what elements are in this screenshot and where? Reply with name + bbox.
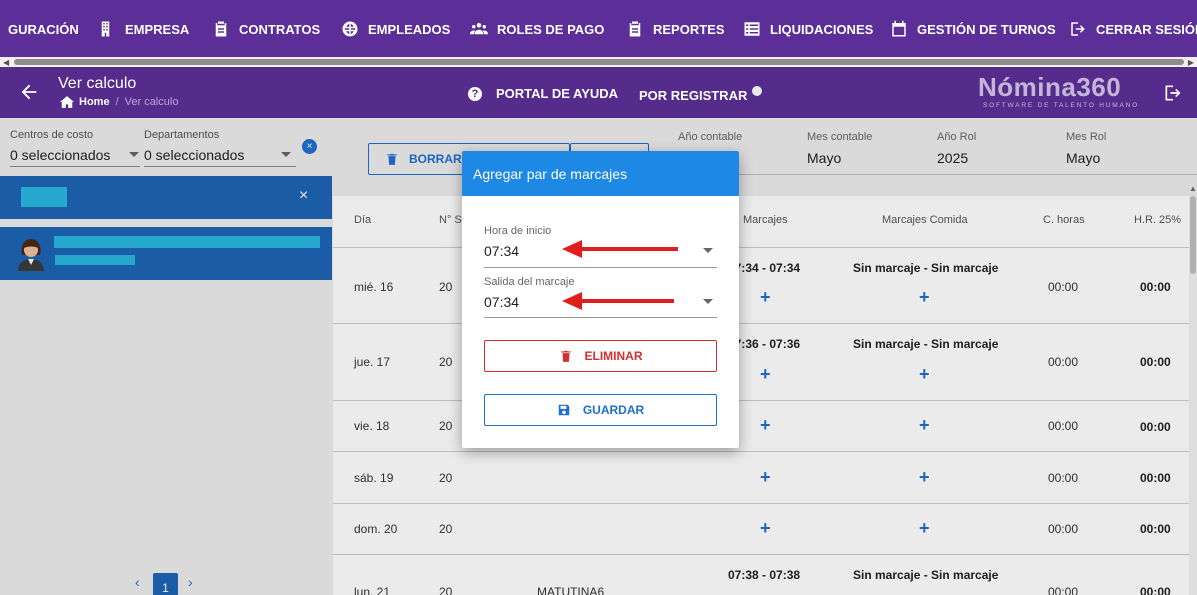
register-link[interactable]: POR REGISTRAR (639, 86, 763, 103)
back-arrow-icon[interactable] (18, 81, 40, 103)
save-button[interactable]: GUARDAR (484, 394, 717, 426)
globe-icon (342, 21, 358, 37)
brand-tagline: SOFTWARE DE TALENTO HUMANO (983, 102, 1139, 109)
brand-logo: Nómina360 (978, 72, 1122, 102)
logout-icon[interactable] (1163, 83, 1183, 103)
breadcrumb-separator: / (115, 96, 119, 108)
help-icon: ? (468, 86, 482, 101)
trash-icon (560, 350, 571, 362)
calendar-icon (892, 20, 906, 37)
nav-label: CERRAR SESIÓN (1096, 21, 1197, 37)
page-title: Ver calculo (58, 75, 137, 92)
scroll-left-icon[interactable]: ◀ (3, 58, 9, 67)
nav-item-empleados[interactable]: EMPLEADOS (341, 18, 450, 40)
floppy-disk-icon (558, 404, 570, 416)
delete-button[interactable]: ELIMINAR (484, 340, 717, 372)
dialog-title: Agregar par de marcajes (462, 151, 739, 196)
clipboard-icon (629, 21, 641, 37)
status-dot-icon (752, 86, 763, 96)
home-icon[interactable] (60, 96, 74, 108)
nav-label: EMPRESA (125, 21, 190, 37)
list-icon (744, 22, 760, 36)
group-icon (470, 23, 488, 35)
end-time-underline (484, 317, 717, 318)
help-label: PORTAL DE AYUDA (496, 86, 619, 101)
add-marcaje-dialog: Agregar par de marcajes Hora de inicio 0… (462, 151, 739, 448)
scroll-right-icon[interactable]: ▶ (1188, 58, 1194, 67)
delete-label: ELIMINAR (584, 349, 643, 363)
top-navigation: GURACIÓN EMPRESA CONTRATOS EMPLEADOS ROL… (0, 0, 1197, 57)
building-icon (101, 21, 110, 37)
nav-item-reportes[interactable]: REPORTES (626, 18, 725, 40)
save-label: GUARDAR (582, 403, 645, 417)
nav-label: GURACIÓN (8, 21, 79, 37)
breadcrumb-current: Ver calculo (124, 96, 179, 108)
start-time-underline (484, 267, 717, 268)
nav-label: EMPLEADOS (368, 21, 451, 37)
help-portal-link[interactable]: ? PORTAL DE AYUDA (468, 86, 618, 101)
end-time-label: Salida del marcaje (484, 276, 575, 288)
horizontal-scrollbar[interactable]: ◀ ▶ (0, 57, 1197, 67)
nav-label: GESTIÓN DE TURNOS (917, 21, 1056, 37)
annotation-arrow-icon (562, 240, 678, 258)
scrollbar-thumb[interactable] (14, 59, 1184, 65)
start-time-select[interactable]: 07:34 (484, 243, 519, 259)
nav-label: REPORTES (653, 21, 725, 37)
annotation-arrow-icon (562, 292, 674, 310)
breadcrumb-home[interactable]: Home (79, 96, 110, 108)
register-label: POR REGISTRAR (639, 88, 748, 103)
nav-label: LIQUIDACIONES (770, 21, 874, 37)
nav-item-roles-de-pago[interactable]: ROLES DE PAGO (470, 18, 604, 40)
nav-label: CONTRATOS (239, 21, 321, 37)
nav-label: ROLES DE PAGO (497, 21, 605, 37)
chevron-down-icon[interactable] (703, 248, 713, 253)
breadcrumb: Home / Ver calculo (60, 96, 178, 108)
start-time-label: Hora de inicio (484, 225, 552, 237)
nav-item-cerrar-sesion[interactable]: CERRAR SESIÓN (1069, 18, 1197, 40)
chevron-down-icon[interactable] (703, 299, 713, 304)
nav-item-configuracion[interactable]: GURACIÓN (8, 18, 79, 40)
clipboard-icon (215, 21, 227, 37)
nav-item-liquidaciones[interactable]: LIQUIDACIONES (743, 18, 873, 40)
nav-item-contratos[interactable]: CONTRATOS (212, 18, 320, 40)
end-time-select[interactable]: 07:34 (484, 294, 519, 310)
nav-item-empresa[interactable]: EMPRESA (98, 18, 189, 40)
page-header: Ver calculo Home / Ver calculo ? PORTAL … (0, 67, 1197, 118)
nav-item-gestion-de-turnos[interactable]: GESTIÓN DE TURNOS (890, 18, 1056, 40)
logout-icon (1071, 22, 1085, 36)
